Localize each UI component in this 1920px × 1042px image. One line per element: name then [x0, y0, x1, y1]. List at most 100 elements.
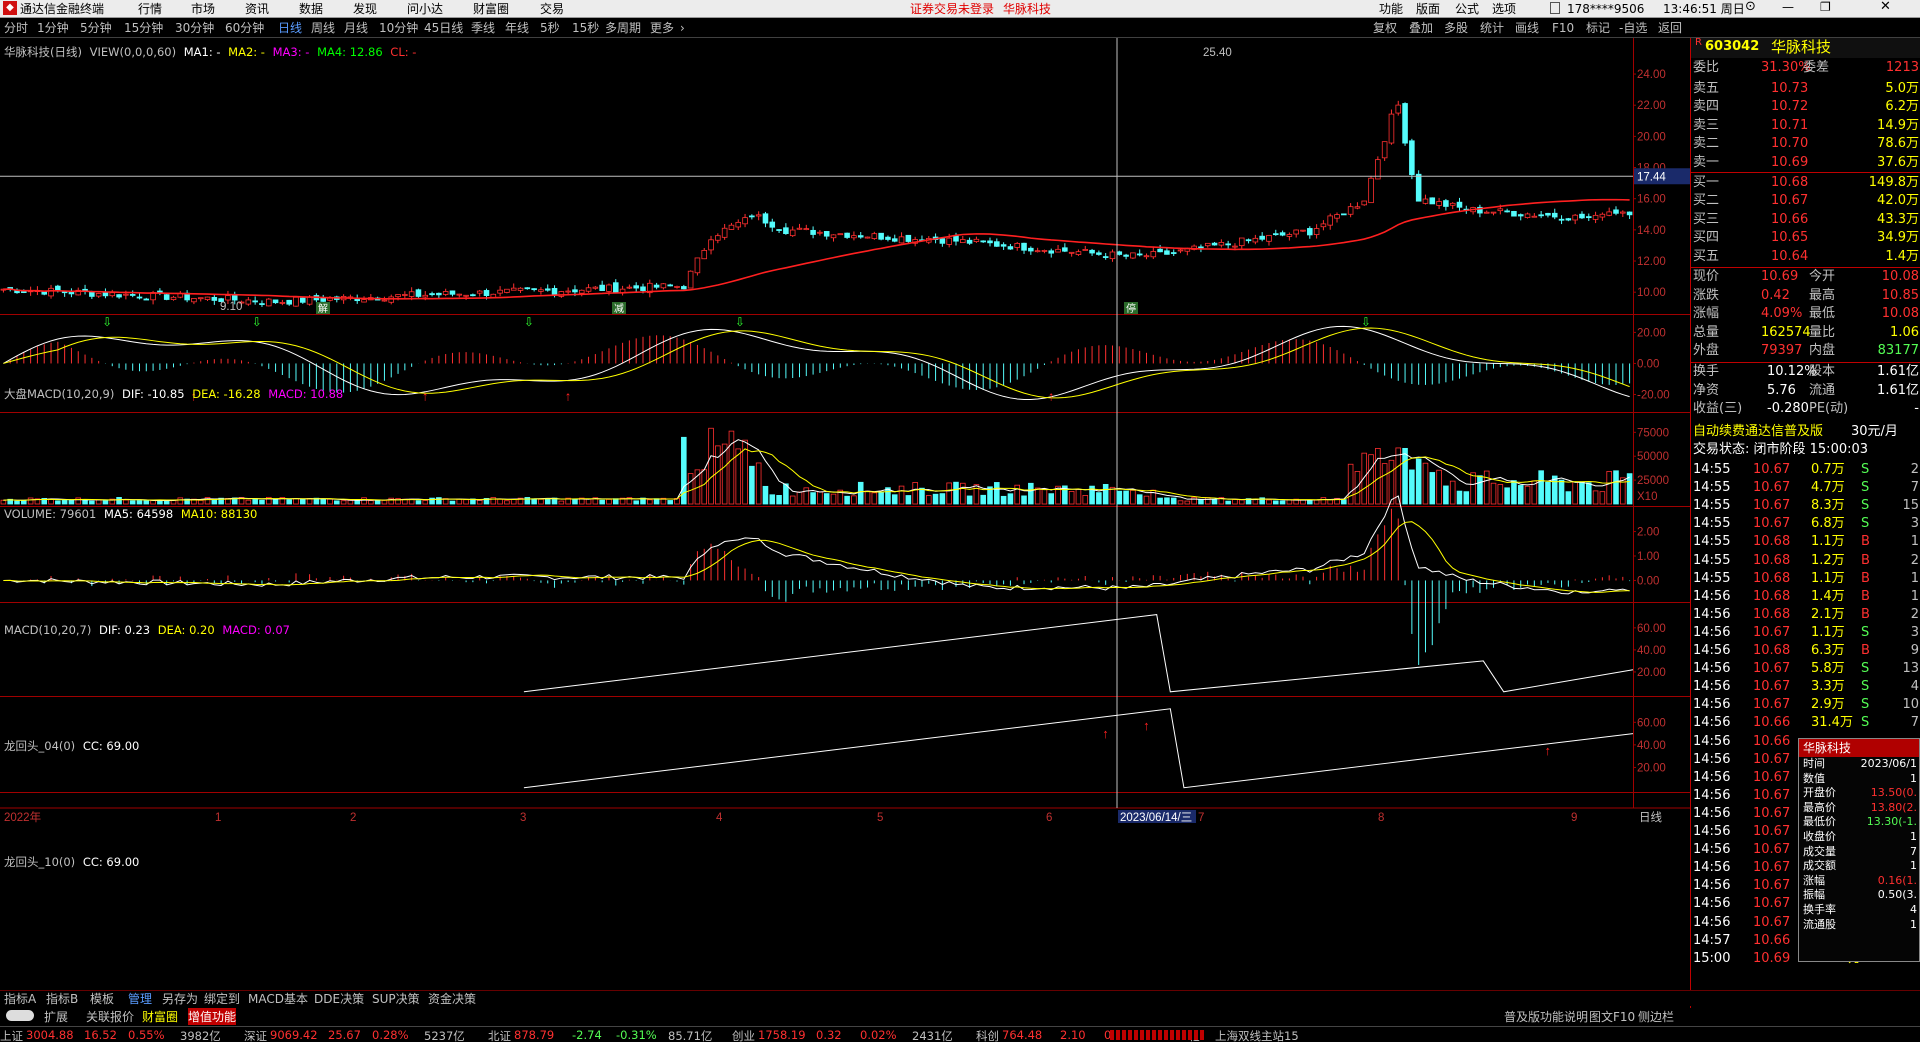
help-link[interactable]: 普及版功能说明 [1504, 1008, 1588, 1025]
period-quarter[interactable]: 季线 [471, 21, 495, 35]
tooltip-value: 1 [1910, 917, 1917, 931]
tool-fuquan[interactable]: 复权 [1373, 21, 1397, 35]
period-30min[interactable]: 30分钟 [175, 21, 214, 35]
menu-jiaoyi[interactable]: 交易 [540, 2, 564, 16]
index-field[interactable]: 3004.88 [26, 1028, 74, 1042]
period-15min[interactable]: 15分钟 [124, 21, 163, 35]
tick-volume: 1.4万 [1811, 588, 1845, 604]
indicator-tab[interactable]: 模板 [90, 992, 114, 1006]
menu-banmian[interactable]: 版面 [1416, 2, 1440, 16]
period-monthly[interactable]: 月线 [344, 21, 368, 35]
period-daily[interactable]: 日线 [278, 21, 302, 35]
period-fenshi[interactable]: 分时 [4, 21, 28, 35]
tick-price: 10.67 [1753, 661, 1791, 677]
indicator-tab[interactable]: DDE决策 [314, 992, 364, 1006]
pin-icon[interactable]: ⊙ [1745, 0, 1756, 14]
index-field[interactable]: 科创 [976, 1028, 999, 1042]
ad-row[interactable]: 自动续费通达信普及版 30元/月 [1691, 423, 1920, 441]
menu-caifuquan[interactable]: 财富圈 [473, 2, 509, 16]
ad-text[interactable]: 自动续费通达信普及版 [1693, 423, 1823, 441]
indicator-tab[interactable]: SUP决策 [372, 992, 420, 1006]
tick-price: 10.68 [1753, 570, 1791, 586]
restore-icon[interactable]: ❐ [1820, 0, 1831, 14]
period-year[interactable]: 年线 [505, 21, 529, 35]
period-weekly[interactable]: 周线 [311, 21, 335, 35]
tool-diejia[interactable]: 叠加 [1409, 21, 1433, 35]
index-field[interactable]: 85.71亿 [668, 1028, 712, 1042]
period-15s[interactable]: 15秒 [572, 21, 599, 35]
indicator-tab[interactable]: 资金决策 [428, 992, 476, 1006]
period-more[interactable]: 更多 [650, 21, 674, 35]
index-field[interactable]: 0.28% [372, 1028, 409, 1042]
index-field[interactable]: 深证 [244, 1028, 267, 1042]
extension-tab[interactable]: 关联报价 [86, 1008, 134, 1025]
tick-price: 10.69 [1753, 950, 1791, 966]
lock-icon[interactable] [1550, 2, 1560, 14]
extension-tab[interactable]: 增值功能 [188, 1008, 237, 1025]
index-field[interactable]: 1758.19 [758, 1028, 806, 1042]
minimize-icon[interactable]: — [1782, 0, 1794, 14]
index-field[interactable]: 764.48 [1002, 1028, 1042, 1042]
extension-tab[interactable]: 财富圈 [142, 1008, 178, 1025]
menu-gongneng[interactable]: 功能 [1379, 2, 1403, 16]
account-label[interactable]: 178****9506 [1567, 2, 1644, 16]
kline-chart-area[interactable]: 24.0022.0020.0018.0016.0014.0012.0010.00… [0, 38, 1690, 1008]
server-label[interactable]: 上海双线主站15 [1215, 1028, 1299, 1042]
indicator-tab[interactable]: 指标A [4, 992, 36, 1006]
index-field[interactable]: 0.02% [860, 1028, 897, 1042]
login-notice[interactable]: 证券交易未登录 [910, 2, 994, 16]
menu-hangqing[interactable]: 行情 [138, 2, 162, 16]
period-1min[interactable]: 1分钟 [37, 21, 69, 35]
period-45day[interactable]: 45日线 [424, 21, 463, 35]
menu-shuju[interactable]: 数据 [299, 2, 323, 16]
menu-faxian[interactable]: 发现 [353, 2, 377, 16]
index-field[interactable]: 878.79 [514, 1028, 554, 1042]
period-5min[interactable]: 5分钟 [80, 21, 112, 35]
index-field[interactable]: 3982亿 [180, 1028, 221, 1042]
index-field[interactable]: 创业 [732, 1028, 755, 1042]
period-60min[interactable]: 60分钟 [225, 21, 264, 35]
index-field[interactable]: 上证 [0, 1028, 23, 1042]
sidebar-toggle[interactable]: 侧边栏 [1638, 1008, 1674, 1025]
menu-xuanxiang[interactable]: 选项 [1492, 2, 1516, 16]
chevron-right-icon[interactable]: › [680, 21, 685, 35]
index-field[interactable]: 16.52 [84, 1028, 117, 1042]
f10-link[interactable]: 图文F10 [1589, 1008, 1635, 1025]
index-field[interactable]: 25.67 [328, 1028, 361, 1042]
index-field[interactable]: 2431亿 [912, 1028, 953, 1042]
indicator-tab[interactable]: 指标B [46, 992, 78, 1006]
menu-wenxiaoda[interactable]: 问小达 [407, 2, 443, 16]
pane-axis-label: 0.00 [1637, 575, 1659, 587]
tool-duogu[interactable]: 多股 [1444, 21, 1468, 35]
period-5s[interactable]: 5秒 [540, 21, 560, 35]
menu-gongshi[interactable]: 公式 [1455, 2, 1479, 16]
index-field[interactable]: -2.74 [572, 1028, 602, 1042]
period-multi[interactable]: 多周期 [605, 21, 641, 35]
indicator-tab[interactable]: 管理 [128, 992, 152, 1006]
tool-biaoji[interactable]: 标记 [1586, 21, 1610, 35]
tool-zixuan[interactable]: -自选 [1619, 21, 1647, 35]
period-10min[interactable]: 10分钟 [379, 21, 418, 35]
toggle-switch[interactable] [6, 1010, 34, 1021]
ad-price[interactable]: 30元/月 [1851, 423, 1898, 441]
app-logo-icon: ◆ [3, 1, 17, 15]
tool-huaxian[interactable]: 画线 [1515, 21, 1539, 35]
index-field[interactable]: 9069.42 [270, 1028, 318, 1042]
indicator-tab[interactable]: 另存为 [162, 992, 198, 1006]
extension-tab[interactable]: 扩展 [44, 1008, 68, 1025]
close-icon[interactable]: ✕ [1880, 0, 1891, 14]
indicator-tab[interactable]: 绑定到 [204, 992, 240, 1006]
index-field[interactable]: 0.32 [816, 1028, 842, 1042]
tool-f10[interactable]: F10 [1552, 21, 1574, 35]
index-field[interactable]: 5237亿 [424, 1028, 465, 1042]
index-field[interactable]: 北证 [488, 1028, 511, 1042]
menu-shichang[interactable]: 市场 [191, 2, 215, 16]
tool-tongji[interactable]: 统计 [1480, 21, 1504, 35]
menu-zixun[interactable]: 资讯 [245, 2, 269, 16]
index-field[interactable]: -0.31% [616, 1028, 657, 1042]
tool-back[interactable]: 返回 [1658, 21, 1682, 35]
index-field[interactable]: 2.10 [1060, 1028, 1086, 1042]
indicator-tab[interactable]: MACD基本 [248, 992, 308, 1006]
candle-body [592, 286, 599, 289]
index-field[interactable]: 0.55% [128, 1028, 165, 1042]
